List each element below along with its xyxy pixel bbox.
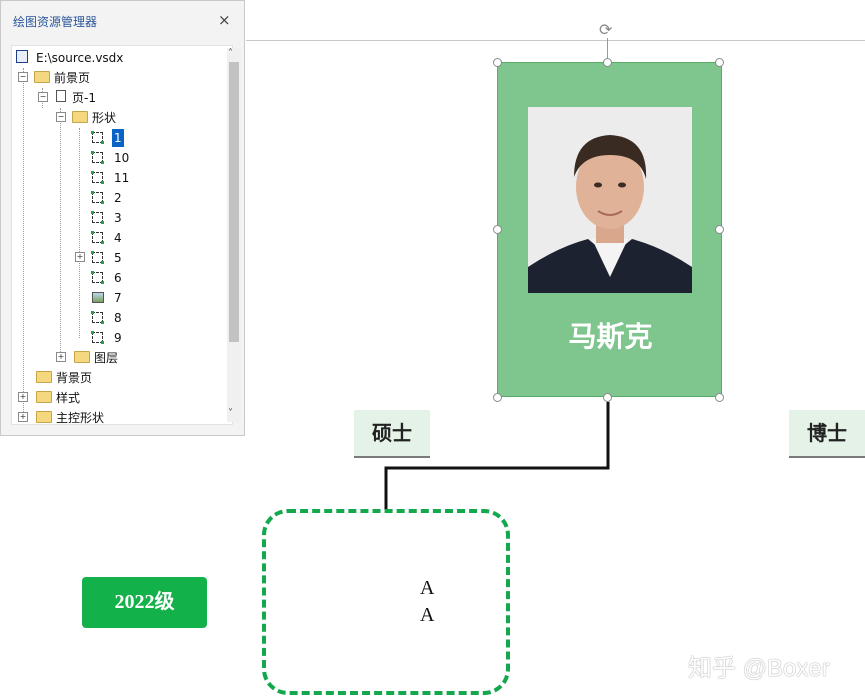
dashed-container[interactable] (262, 509, 510, 695)
container-text-line: A (420, 604, 434, 627)
container-text-line: A (420, 577, 434, 600)
tag-doctor[interactable]: 博士 (789, 410, 865, 458)
watermark: 知乎 @Boxer (688, 648, 830, 683)
tag-master[interactable]: 硕士 (354, 410, 430, 458)
grade-label[interactable]: 2022级 (82, 577, 207, 628)
